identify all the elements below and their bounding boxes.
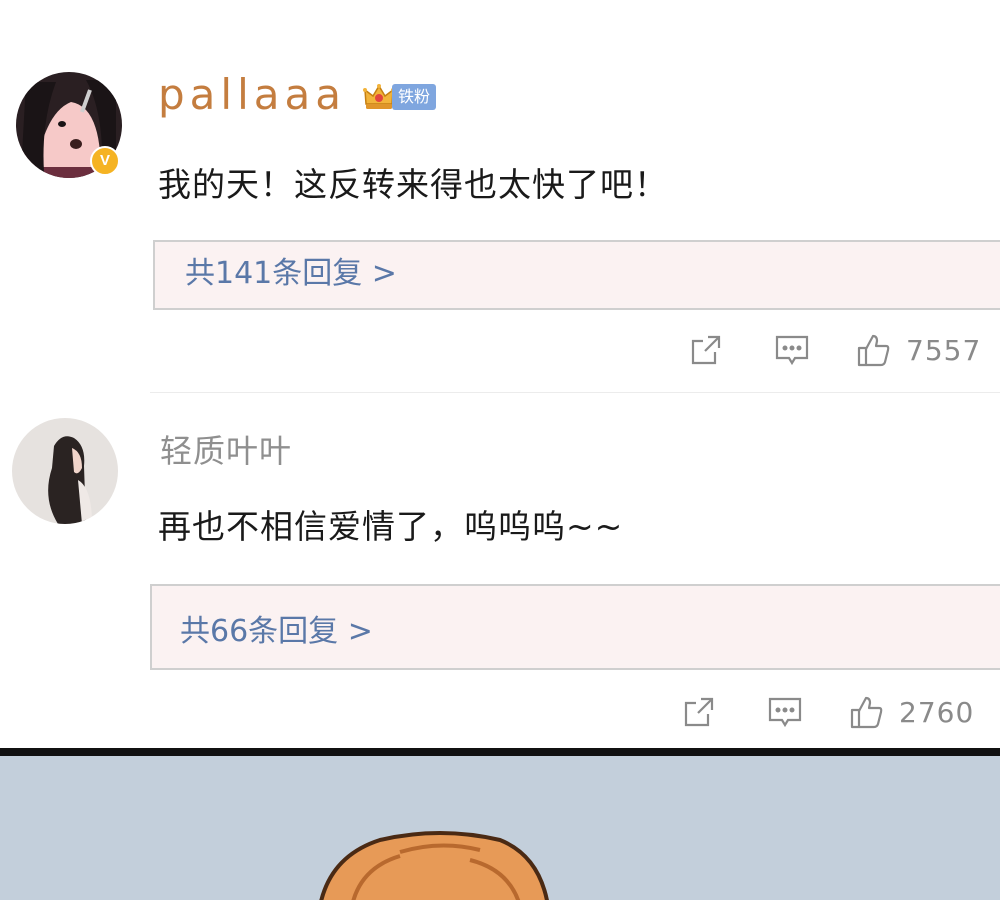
manga-panel [0,756,1000,900]
avatar[interactable] [12,418,118,524]
fan-level-tag: 铁粉 [392,84,437,110]
crown-icon [362,80,396,114]
verified-badge: V [90,146,120,176]
share-icon[interactable] [681,694,717,730]
comment-username[interactable]: pallaaa [158,70,346,119]
comment-username[interactable]: 轻质叶叶 [160,426,292,472]
comment-list: V pallaaa 铁粉 我的天！这反转来得也太快了吧！ 共141条回复 > 7… [0,0,1000,748]
like-count: 7557 [906,333,982,367]
view-replies-link[interactable]: 共66条回复 > [180,606,373,650]
like-count: 2760 [899,695,975,729]
thumbs-up-icon[interactable] [856,332,892,368]
fan-badge: 铁粉 [362,80,437,114]
comment-divider [150,392,1000,393]
avatar-image [12,418,118,524]
comment-icon[interactable] [774,332,810,368]
comment-icon[interactable] [767,694,803,730]
replies-box[interactable]: 共141条回复 > [153,240,1000,310]
character-hair-illustration [319,831,549,900]
comment-text: 再也不相信爱情了，呜呜呜~~ [158,507,624,546]
view-replies-link[interactable]: 共141条回复 > [185,248,397,292]
comment-actions: 2760 [681,694,974,730]
thumbs-up-icon[interactable] [849,694,885,730]
share-icon[interactable] [688,332,724,368]
avatar[interactable]: V [16,72,122,178]
comment-text: 我的天！这反转来得也太快了吧！ [158,165,668,204]
replies-box[interactable]: 共66条回复 > [150,584,1000,670]
panel-border [0,748,1000,756]
comment-actions: 7557 [688,332,981,368]
